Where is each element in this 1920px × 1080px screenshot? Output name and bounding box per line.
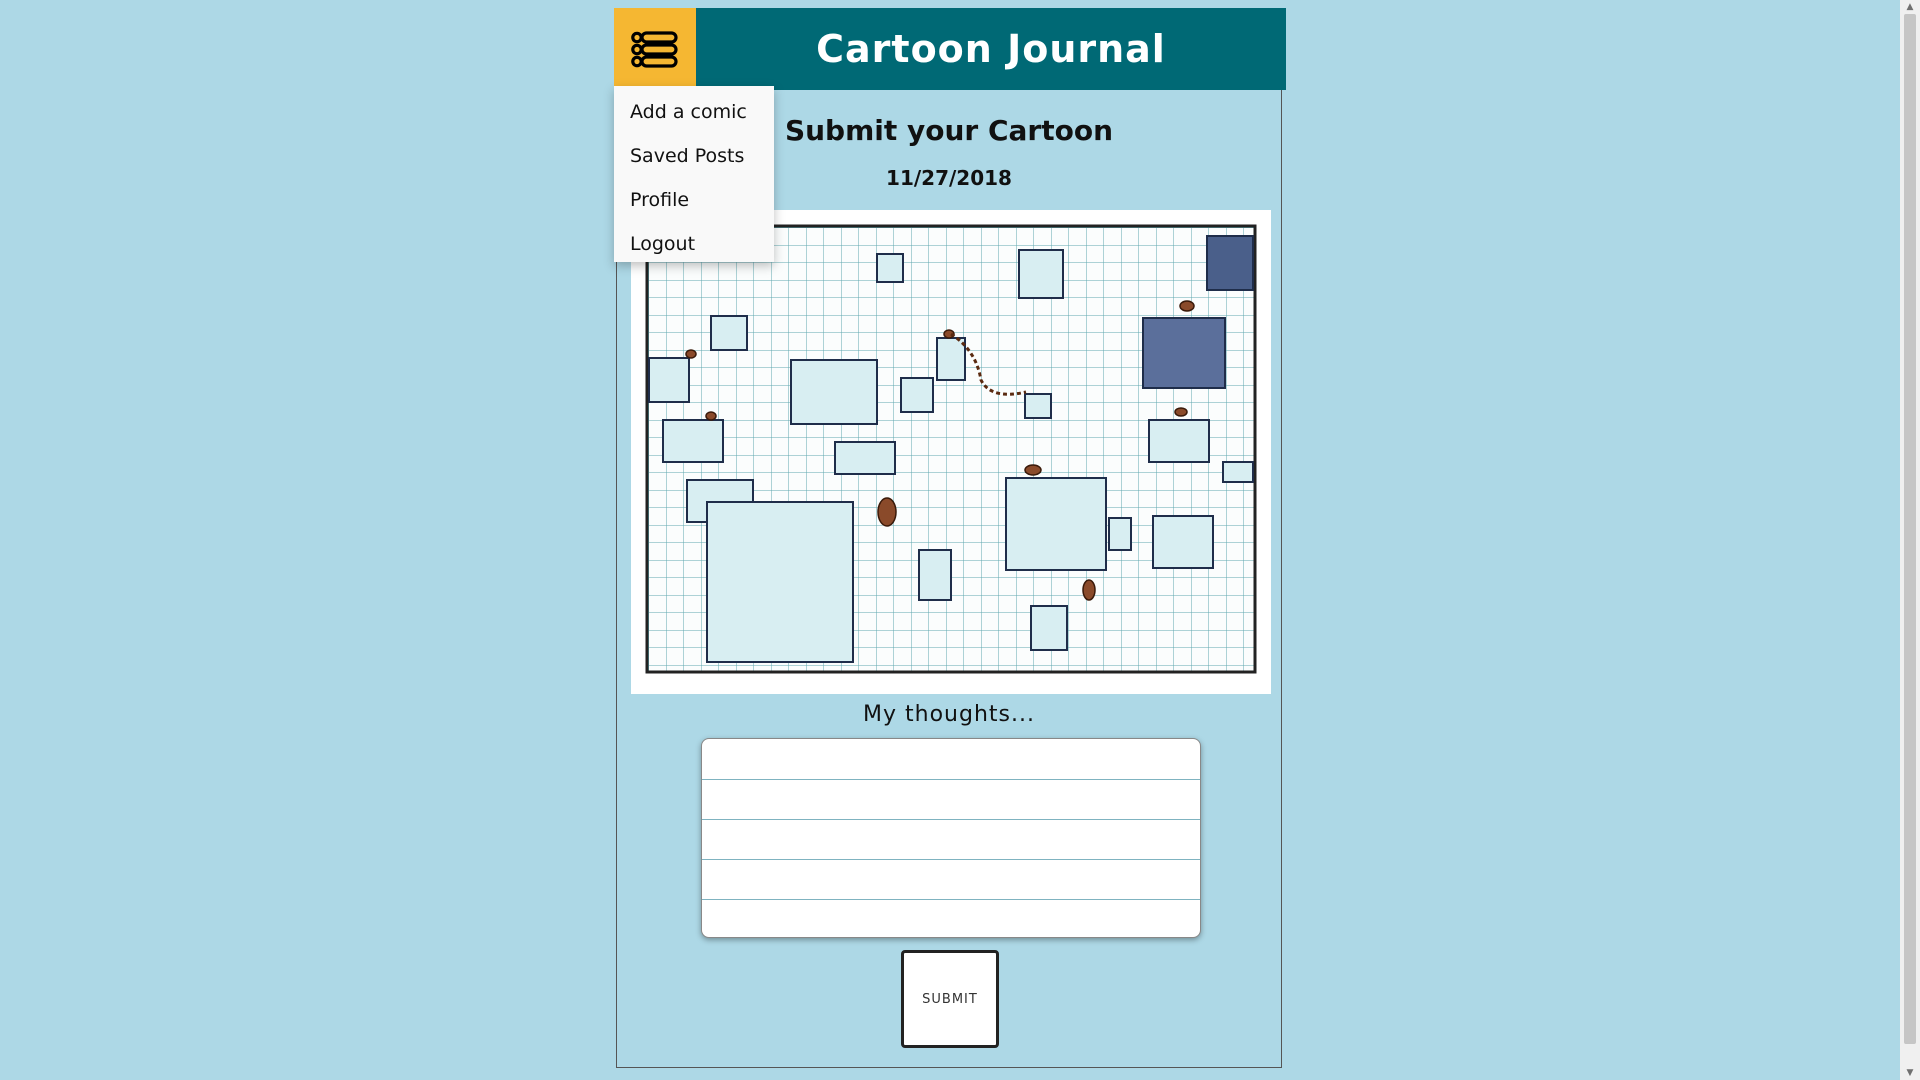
- ruled-line: [702, 859, 1200, 860]
- vertical-scrollbar[interactable]: ▲ ▼: [1900, 0, 1920, 1080]
- menu-item-profile[interactable]: Profile: [614, 178, 774, 222]
- scrollbar-thumb[interactable]: [1904, 14, 1916, 1044]
- submit-button[interactable]: SUBMIT: [901, 950, 999, 1048]
- thoughts-label: My thoughts...: [863, 702, 1035, 727]
- scroll-up-icon[interactable]: ▲: [1900, 0, 1920, 14]
- ruled-line: [702, 779, 1200, 780]
- scroll-down-icon[interactable]: ▼: [1900, 1066, 1920, 1080]
- comic-image: [631, 210, 1271, 694]
- page: Cartoon Journal Submit your Cartoon 11/2…: [0, 0, 1920, 1080]
- ruled-line: [702, 899, 1200, 900]
- nav-dropdown-menu: Add a comic Saved Posts Profile Logout: [614, 86, 774, 262]
- list-menu-icon: [631, 31, 678, 68]
- menu-item-add-comic[interactable]: Add a comic: [614, 90, 774, 134]
- menu-button[interactable]: [614, 8, 696, 90]
- app-header: Cartoon Journal: [614, 8, 1286, 90]
- thoughts-textarea[interactable]: [701, 738, 1201, 938]
- ruled-line: [702, 819, 1200, 820]
- app-title: Cartoon Journal: [816, 27, 1166, 71]
- menu-item-logout[interactable]: Logout: [614, 222, 774, 266]
- menu-item-saved-posts[interactable]: Saved Posts: [614, 134, 774, 178]
